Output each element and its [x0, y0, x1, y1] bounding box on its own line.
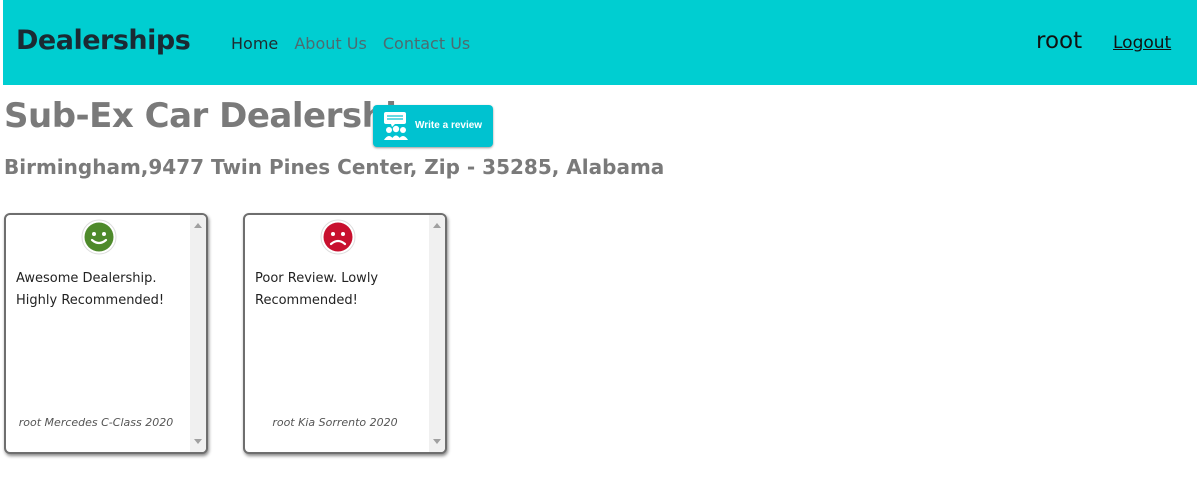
review-scrollbar[interactable] [190, 215, 206, 452]
nav-contact-link[interactable]: Contact Us [383, 34, 470, 53]
navbar: Dealerships Home About Us Contact Us roo… [3, 0, 1197, 85]
review-meta: root Mercedes C-Class 2020 [18, 416, 174, 429]
nav-about-link[interactable]: About Us [294, 34, 366, 53]
review-card[interactable]: Poor Review. Lowly Recommended! root Kia… [243, 213, 447, 454]
sad-face-icon [320, 219, 356, 259]
scroll-down-icon[interactable] [194, 439, 202, 444]
username-label: root [1036, 28, 1083, 54]
review-text: Poor Review. Lowly Recommended! [255, 271, 379, 308]
smiley-face-icon [81, 219, 117, 259]
logout-link[interactable]: Logout [1113, 33, 1171, 53]
review-meta: root Kia Sorrento 2020 [272, 416, 398, 429]
review-card[interactable]: Awesome Dealership. Highly Recommended! … [4, 213, 208, 454]
nav-home-link[interactable]: Home [231, 34, 278, 53]
write-review-label: Write a review [415, 120, 483, 131]
page-title: Sub-Ex Car Dealership [4, 96, 421, 136]
review-text: Awesome Dealership. Highly Recommended! [16, 271, 165, 308]
review-scrollbar[interactable] [429, 215, 445, 452]
scroll-up-icon[interactable] [194, 223, 202, 228]
dealer-address: Birmingham,9477 Twin Pines Center, Zip -… [4, 155, 665, 179]
nav-links: Home About Us Contact Us [231, 34, 481, 53]
scroll-up-icon[interactable] [433, 223, 441, 228]
scroll-down-icon[interactable] [433, 439, 441, 444]
brand-logo[interactable]: Dealerships [16, 25, 191, 56]
write-review-button[interactable]: Write a review [373, 105, 493, 147]
review-people-icon [381, 111, 411, 145]
